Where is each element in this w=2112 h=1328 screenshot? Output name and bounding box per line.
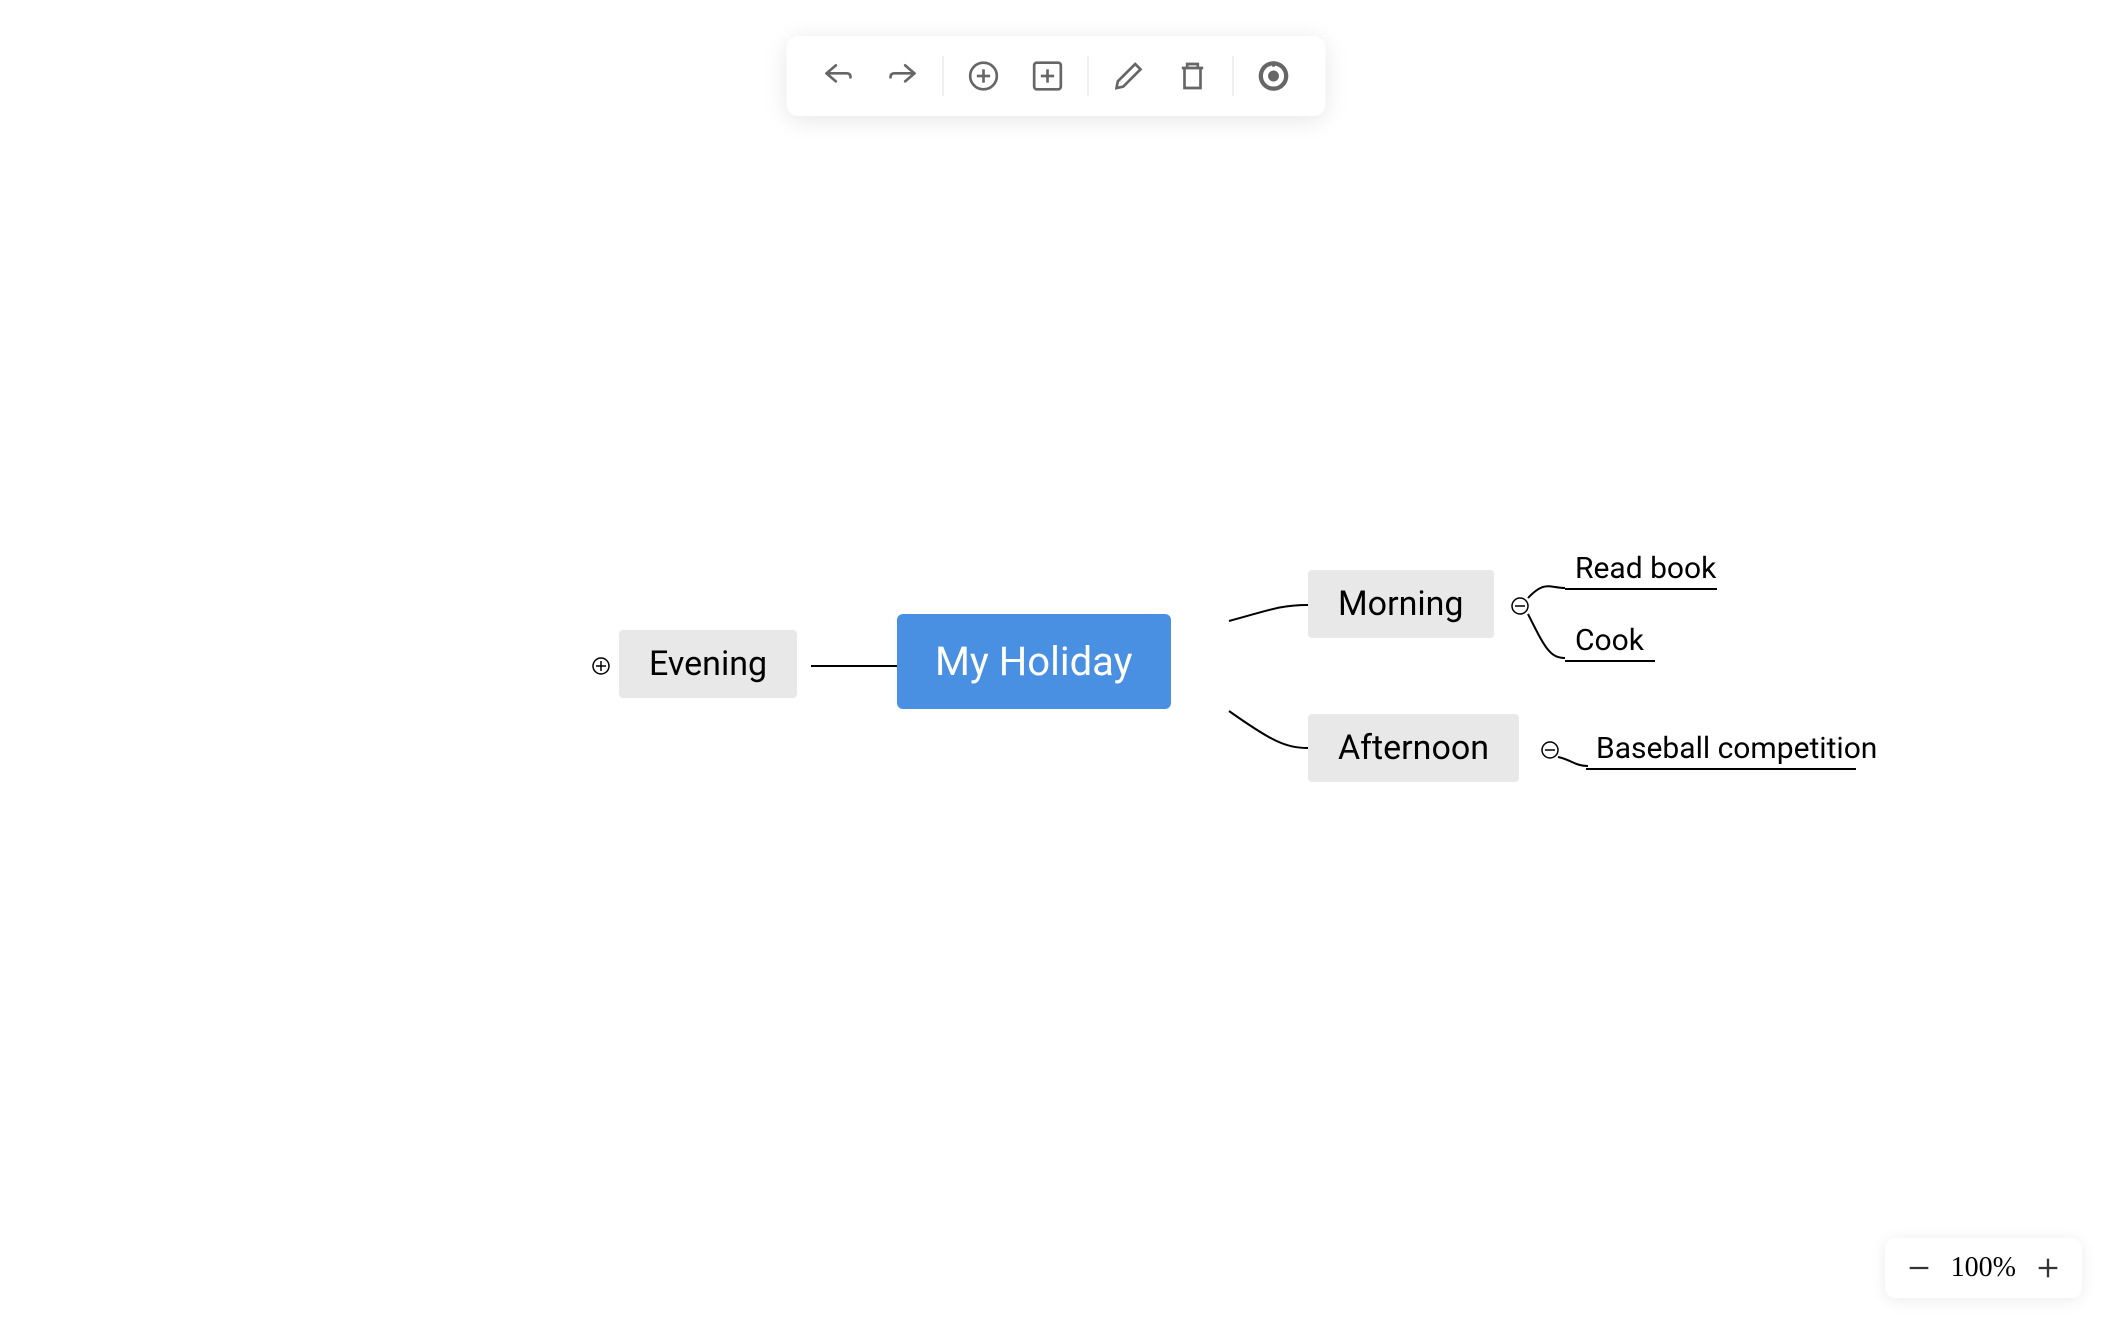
leaf-label: Read book [1575, 551, 1716, 586]
leaf-underline [1565, 660, 1655, 662]
branch-label: Evening [649, 644, 767, 684]
branch-label: Afternoon [1338, 728, 1489, 768]
branch-node-morning[interactable]: Morning [1308, 570, 1494, 638]
leaf-node-baseball[interactable]: Baseball competition [1596, 731, 1877, 766]
minus-icon [1905, 1254, 1933, 1282]
leaf-underline [1586, 768, 1856, 770]
expand-button-evening[interactable] [591, 656, 611, 676]
leaf-node-cook[interactable]: Cook [1575, 623, 1644, 658]
mindmap-canvas[interactable]: My Holiday Evening Morning Read book Coo… [0, 0, 2112, 1328]
branch-node-afternoon[interactable]: Afternoon [1308, 714, 1519, 782]
leaf-label: Cook [1575, 623, 1644, 658]
zoom-value: 100% [1951, 1252, 2016, 1284]
zoom-out-button[interactable] [1905, 1254, 1933, 1282]
zoom-control: 100% [1885, 1238, 2082, 1298]
collapse-button-morning[interactable] [1510, 596, 1530, 616]
plus-icon [2034, 1254, 2062, 1282]
minus-circle-small-icon [1540, 740, 1560, 760]
branch-label: Morning [1338, 584, 1464, 624]
leaf-node-read-book[interactable]: Read book [1575, 551, 1716, 586]
branch-node-evening[interactable]: Evening [619, 630, 797, 698]
collapse-button-afternoon[interactable] [1540, 740, 1560, 760]
minus-circle-small-icon [1510, 596, 1530, 616]
root-node-label: My Holiday [935, 638, 1133, 685]
zoom-in-button[interactable] [2034, 1254, 2062, 1282]
leaf-label: Baseball competition [1596, 731, 1877, 766]
plus-circle-small-icon [591, 656, 611, 676]
leaf-underline [1565, 588, 1717, 590]
root-node[interactable]: My Holiday [897, 614, 1171, 709]
